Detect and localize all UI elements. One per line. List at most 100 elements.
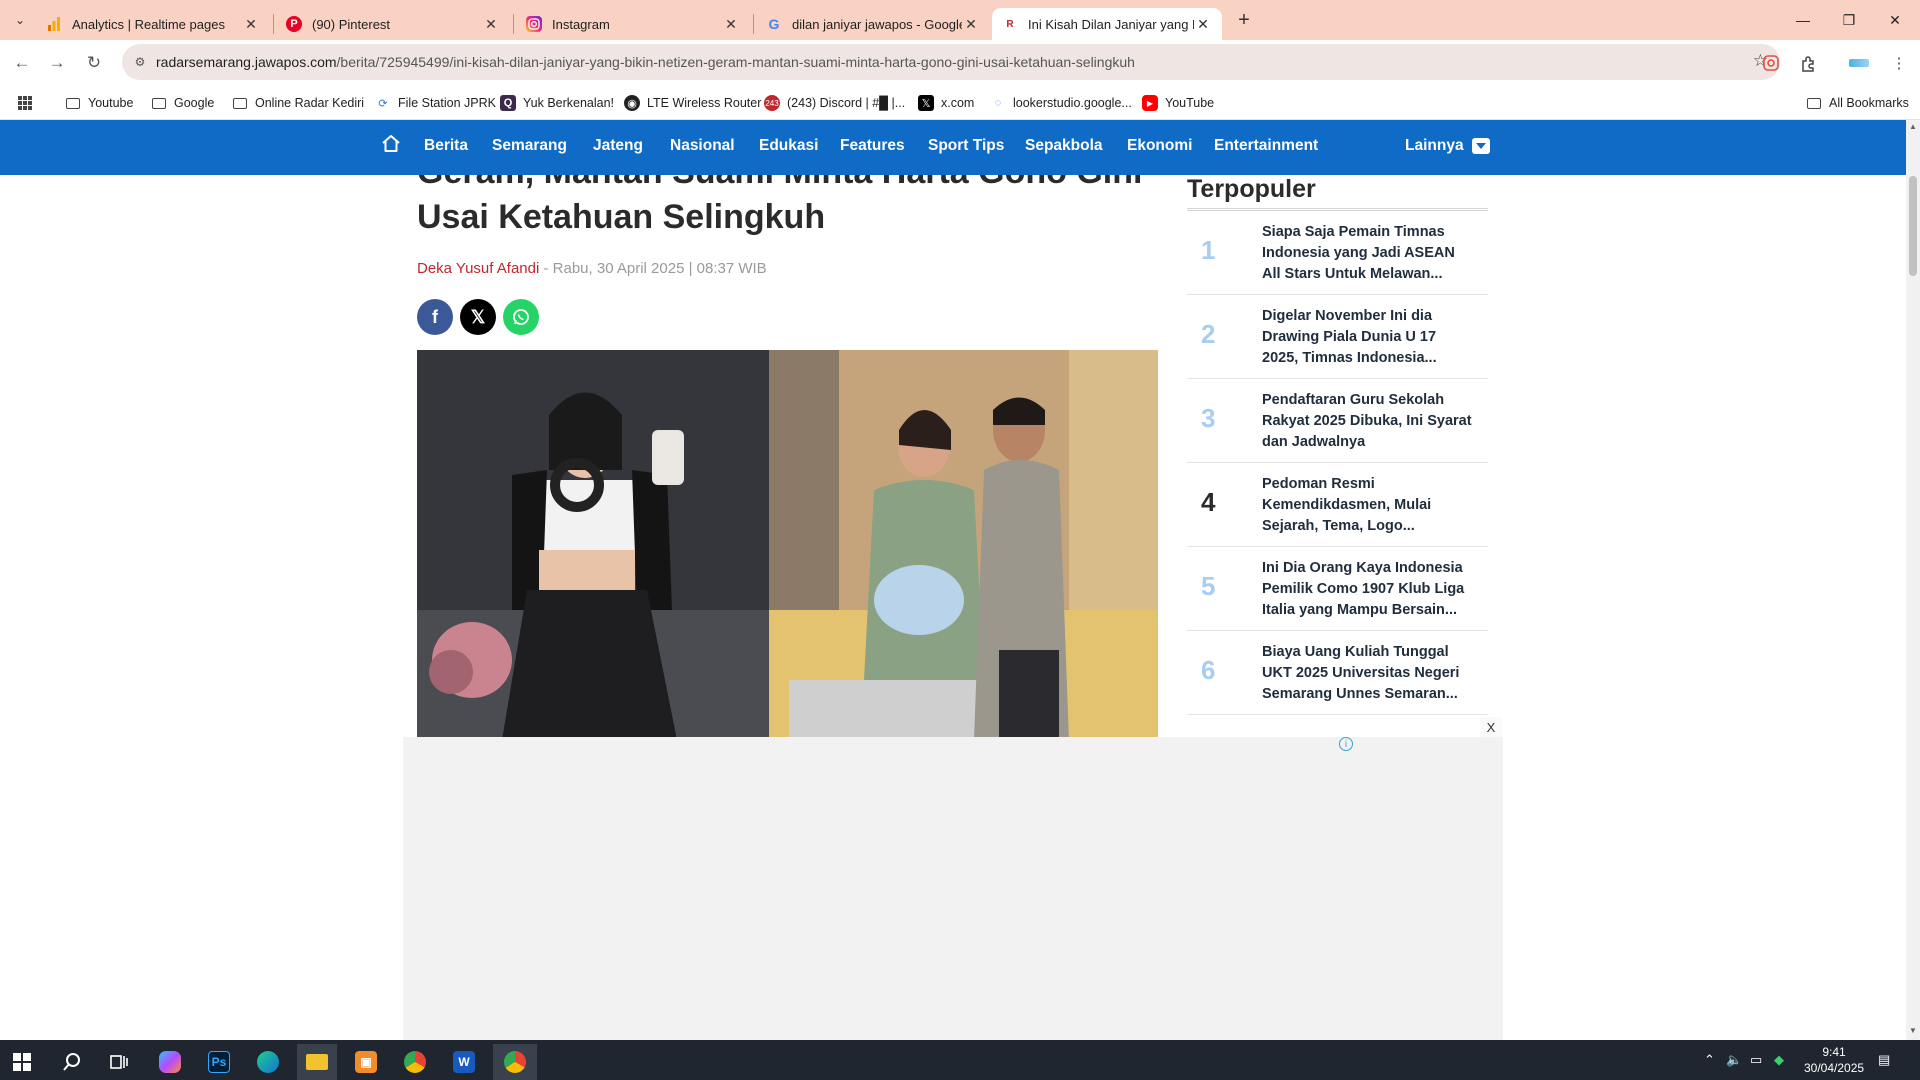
ad-info-icon[interactable]: i [1339, 737, 1353, 751]
nav-entertainment[interactable]: Entertainment [1214, 137, 1318, 155]
chrome-alt-icon[interactable] [395, 1044, 435, 1080]
all-bookmarks[interactable]: All Bookmarks [1806, 94, 1909, 112]
tab-close-icon[interactable]: ✕ [242, 15, 260, 33]
nav-sport-tips[interactable]: Sport Tips [928, 137, 1004, 155]
network-icon[interactable]: ▭ [1750, 1052, 1762, 1068]
nav-edukasi[interactable]: Edukasi [759, 137, 818, 155]
menu-kebab-icon[interactable]: ⋮ [1886, 50, 1912, 76]
bookmark-google-folder[interactable]: Google [151, 94, 214, 112]
popular-headline[interactable]: Digelar November Ini dia Drawing Piala D… [1262, 306, 1474, 369]
tab-separator [273, 14, 274, 34]
chevron-down-icon [1471, 138, 1490, 154]
bookmark-lte-router[interactable]: ◉ LTE Wireless Router [624, 94, 761, 112]
photoshop-icon[interactable]: Ps [199, 1044, 239, 1080]
task-view-icon[interactable] [100, 1044, 140, 1080]
apps-grid-icon[interactable] [17, 94, 33, 112]
notifications-icon[interactable]: ▤ [1878, 1052, 1890, 1068]
bookmark-x[interactable]: 𝕏 x.com [918, 94, 974, 112]
bookmark-youtube[interactable]: ▶ YouTube [1142, 94, 1214, 112]
web-page: Geram, Mantan Suami Minta Harta Gono Gin… [0, 120, 1920, 1040]
orange-app-icon[interactable]: ▣ [346, 1044, 386, 1080]
tab-radar-semarang[interactable]: R Ini Kisah Dilan Janiyar yang Bikin ✕ [992, 8, 1222, 40]
security-shield-icon[interactable]: ◆ [1774, 1052, 1784, 1068]
popular-item[interactable]: 5 Ini Dia Orang Kaya Indonesia Pemilik C… [1187, 547, 1488, 631]
scroll-down-icon[interactable]: ▼ [1909, 1026, 1917, 1035]
chrome-icon[interactable] [493, 1044, 537, 1080]
nav-jateng[interactable]: Jateng [593, 137, 643, 155]
tab-analytics[interactable]: Analytics | Realtime pages ✕ [36, 8, 270, 40]
nav-semarang[interactable]: Semarang [492, 137, 567, 155]
tab-close-icon[interactable]: ✕ [1194, 15, 1212, 33]
bookmark-lookerstudio[interactable]: ◌ lookerstudio.google... [990, 94, 1132, 112]
popular-rank: 5 [1201, 571, 1216, 601]
edge-icon[interactable] [248, 1044, 288, 1080]
page-scrollbar[interactable]: ▲ ▼ [1906, 120, 1920, 1040]
facebook-share-icon[interactable]: f [417, 299, 453, 335]
whatsapp-share-icon[interactable] [503, 299, 539, 335]
tab-close-icon[interactable]: ✕ [482, 15, 500, 33]
home-icon[interactable] [381, 134, 401, 154]
volume-icon[interactable]: 🔈 [1726, 1052, 1742, 1068]
popular-headline[interactable]: Pendaftaran Guru Sekolah Rakyat 2025 Dib… [1262, 390, 1474, 453]
file-explorer-icon[interactable] [297, 1044, 337, 1080]
extension-red-icon[interactable] [1758, 50, 1784, 76]
tab-google-search[interactable]: G dilan janiyar jawapos - Google S ✕ [756, 8, 990, 40]
tab-pinterest[interactable]: P (90) Pinterest ✕ [276, 8, 510, 40]
nav-berita[interactable]: Berita [424, 137, 468, 155]
popular-item[interactable]: 2 Digelar November Ini dia Drawing Piala… [1187, 295, 1488, 379]
tab-search-icon[interactable]: ⌄ [8, 8, 32, 32]
nav-ekonomi[interactable]: Ekonomi [1127, 137, 1192, 155]
site-info-icon[interactable]: ⚙ [130, 53, 150, 71]
word-icon[interactable]: W [444, 1044, 484, 1080]
nav-nasional[interactable]: Nasional [670, 137, 735, 155]
profile-icon[interactable] [1846, 50, 1872, 76]
bookmark-online-radar-kediri[interactable]: Online Radar Kediri [232, 94, 364, 112]
popular-item[interactable]: 1 Siapa Saja Pemain Timnas Indonesia yan… [1187, 211, 1488, 295]
popular-item[interactable]: 4 Pedoman Resmi Kemendikdasmen, Mulai Se… [1187, 463, 1488, 547]
bookmark-label: Youtube [88, 96, 134, 110]
address-bar[interactable]: ⚙ radarsemarang.jawapos.com/berita/72594… [122, 44, 1780, 80]
discord-icon: 243 [764, 95, 780, 111]
nav-sepakbola[interactable]: Sepakbola [1025, 137, 1103, 155]
x-share-icon[interactable]: 𝕏 [460, 299, 496, 335]
scroll-up-icon[interactable]: ▲ [1909, 122, 1917, 131]
nav-features[interactable]: Features [840, 137, 905, 155]
nav-more-dropdown[interactable]: Lainnya [1405, 137, 1490, 155]
restore-icon[interactable]: ❐ [1826, 0, 1872, 40]
author-link[interactable]: Deka Yusuf Afandi [417, 260, 539, 277]
forward-icon[interactable]: → [44, 50, 70, 76]
tab-instagram[interactable]: Instagram ✕ [516, 8, 750, 40]
popular-headline[interactable]: Siapa Saja Pemain Timnas Indonesia yang … [1262, 222, 1474, 285]
bookmark-discord[interactable]: 243 (243) Discord | #█ |... [764, 94, 905, 112]
url-text[interactable]: radarsemarang.jawapos.com/berita/7259454… [156, 54, 1135, 70]
analytics-icon [46, 16, 62, 32]
search-icon[interactable] [52, 1044, 92, 1080]
tab-close-icon[interactable]: ✕ [962, 15, 980, 33]
bookmark-youtube-folder[interactable]: Youtube [65, 94, 133, 112]
back-icon[interactable]: ← [9, 50, 35, 76]
new-tab-icon[interactable]: + [1232, 8, 1256, 32]
ad-close-button[interactable]: X [1480, 717, 1502, 737]
popular-headline[interactable]: Ini Dia Orang Kaya Indonesia Pemilik Com… [1262, 558, 1474, 621]
popular-headline[interactable]: Pedoman Resmi Kemendikdasmen, Mulai Seja… [1262, 474, 1474, 537]
copilot-icon[interactable] [150, 1044, 190, 1080]
bookmark-label: (243) Discord | #█ |... [787, 96, 906, 110]
start-windows-icon[interactable] [2, 1044, 42, 1080]
tab-close-icon[interactable]: ✕ [722, 15, 740, 33]
tab-title: Instagram [552, 16, 610, 32]
close-window-icon[interactable]: ✕ [1872, 0, 1918, 40]
popular-item[interactable]: 6 Biaya Uang Kuliah Tunggal UKT 2025 Uni… [1187, 631, 1488, 715]
bookmark-yuk-berkenalan[interactable]: Q Yuk Berkenalan! [500, 94, 614, 112]
popular-headline[interactable]: Biaya Uang Kuliah Tunggal UKT 2025 Unive… [1262, 642, 1474, 705]
scroll-thumb[interactable] [1909, 176, 1917, 276]
popular-item[interactable]: 3 Pendaftaran Guru Sekolah Rakyat 2025 D… [1187, 379, 1488, 463]
extensions-icon[interactable] [1795, 50, 1821, 76]
minimize-icon[interactable]: — [1780, 0, 1826, 40]
ad-banner[interactable]: i [403, 737, 1503, 1040]
popular-rank: 4 [1201, 487, 1216, 517]
tray-chevron-icon[interactable]: ⌃ [1704, 1052, 1715, 1068]
taskbar-clock[interactable]: 9:41 30/04/2025 [1804, 1044, 1864, 1076]
popular-rank: 3 [1201, 403, 1216, 433]
reload-icon[interactable]: ↻ [81, 50, 107, 76]
bookmark-file-station[interactable]: ⟳ File Station JPRK [375, 94, 496, 112]
